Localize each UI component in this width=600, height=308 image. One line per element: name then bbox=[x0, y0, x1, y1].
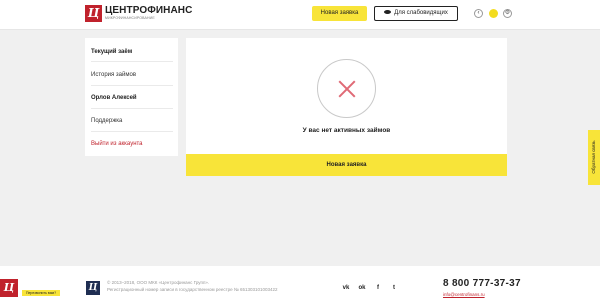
new-loan-button[interactable]: Новая заявка bbox=[186, 154, 507, 176]
footer-copyright: © 2013–2018, ООО МКК «Центрофинанс Групп… bbox=[107, 280, 210, 285]
logo-mark: Ц bbox=[85, 5, 102, 22]
site-header: Ц ЦЕНТРОФИНАНС МИКРОФИНАНСИРОВАНИЕ Новая… bbox=[0, 0, 600, 30]
divider bbox=[91, 61, 173, 62]
logo-mark: Ц bbox=[88, 283, 98, 293]
hotline-phone[interactable]: 8 800 777-37-37 bbox=[443, 278, 521, 289]
facebook-icon[interactable]: f bbox=[374, 284, 382, 292]
logo-tagline: МИКРОФИНАНСИРОВАНИЕ bbox=[105, 16, 155, 20]
site-footer: Ц Перезвонить вам? Ц © 2013–2018, ООО МК… bbox=[0, 266, 600, 308]
feedback-tab[interactable]: Обратная связь bbox=[588, 130, 600, 185]
gear-icon[interactable]: ⚙ bbox=[503, 9, 512, 18]
visually-impaired-label: Для слабовидящих bbox=[394, 10, 448, 16]
eye-icon bbox=[384, 10, 392, 15]
account-sidebar: Текущий заём История займов Орлов Алексе… bbox=[85, 38, 178, 156]
divider bbox=[91, 85, 173, 86]
ok-icon[interactable]: ok bbox=[358, 284, 366, 292]
feedback-label: Обратная связь bbox=[591, 140, 596, 174]
footer-registration: Регистрационный номер записи в государст… bbox=[107, 287, 278, 292]
support-email[interactable]: info@centrofinans.ru bbox=[443, 292, 485, 297]
arrow-left-icon[interactable]: ‹ bbox=[474, 9, 483, 18]
footer-logo: Ц bbox=[86, 281, 100, 295]
vk-icon[interactable]: vk bbox=[342, 284, 350, 292]
site-logo[interactable]: Ц ЦЕНТРОФИНАНС МИКРОФИНАНСИРОВАНИЕ bbox=[85, 5, 205, 25]
sidebar-item-logout[interactable]: Выйти из аккаунта bbox=[91, 140, 175, 148]
current-loan-card: У вас нет активных займов Новая заявка bbox=[186, 38, 507, 176]
empty-state-message: У вас нет активных займов bbox=[302, 127, 391, 134]
sun-icon[interactable] bbox=[489, 9, 498, 18]
twitter-icon[interactable]: t bbox=[390, 284, 398, 292]
logo-mark: Ц bbox=[3, 281, 15, 294]
sidebar-item-user-profile[interactable]: Орлов Алексей bbox=[91, 94, 175, 102]
logo-name: ЦЕНТРОФИНАНС bbox=[105, 5, 193, 16]
sidebar-item-support[interactable]: Поддержка bbox=[91, 117, 175, 125]
divider bbox=[91, 131, 173, 132]
callback-button[interactable]: Перезвонить вам? bbox=[22, 290, 60, 296]
callback-badge[interactable]: Ц bbox=[0, 279, 18, 297]
sidebar-item-current-loan[interactable]: Текущий заём bbox=[91, 48, 175, 56]
header-new-loan-button[interactable]: Новая заявка bbox=[312, 6, 367, 21]
divider bbox=[91, 108, 173, 109]
sidebar-item-loan-history[interactable]: История займов bbox=[91, 71, 175, 79]
visually-impaired-button[interactable]: Для слабовидящих bbox=[374, 6, 458, 21]
close-icon bbox=[317, 59, 376, 118]
